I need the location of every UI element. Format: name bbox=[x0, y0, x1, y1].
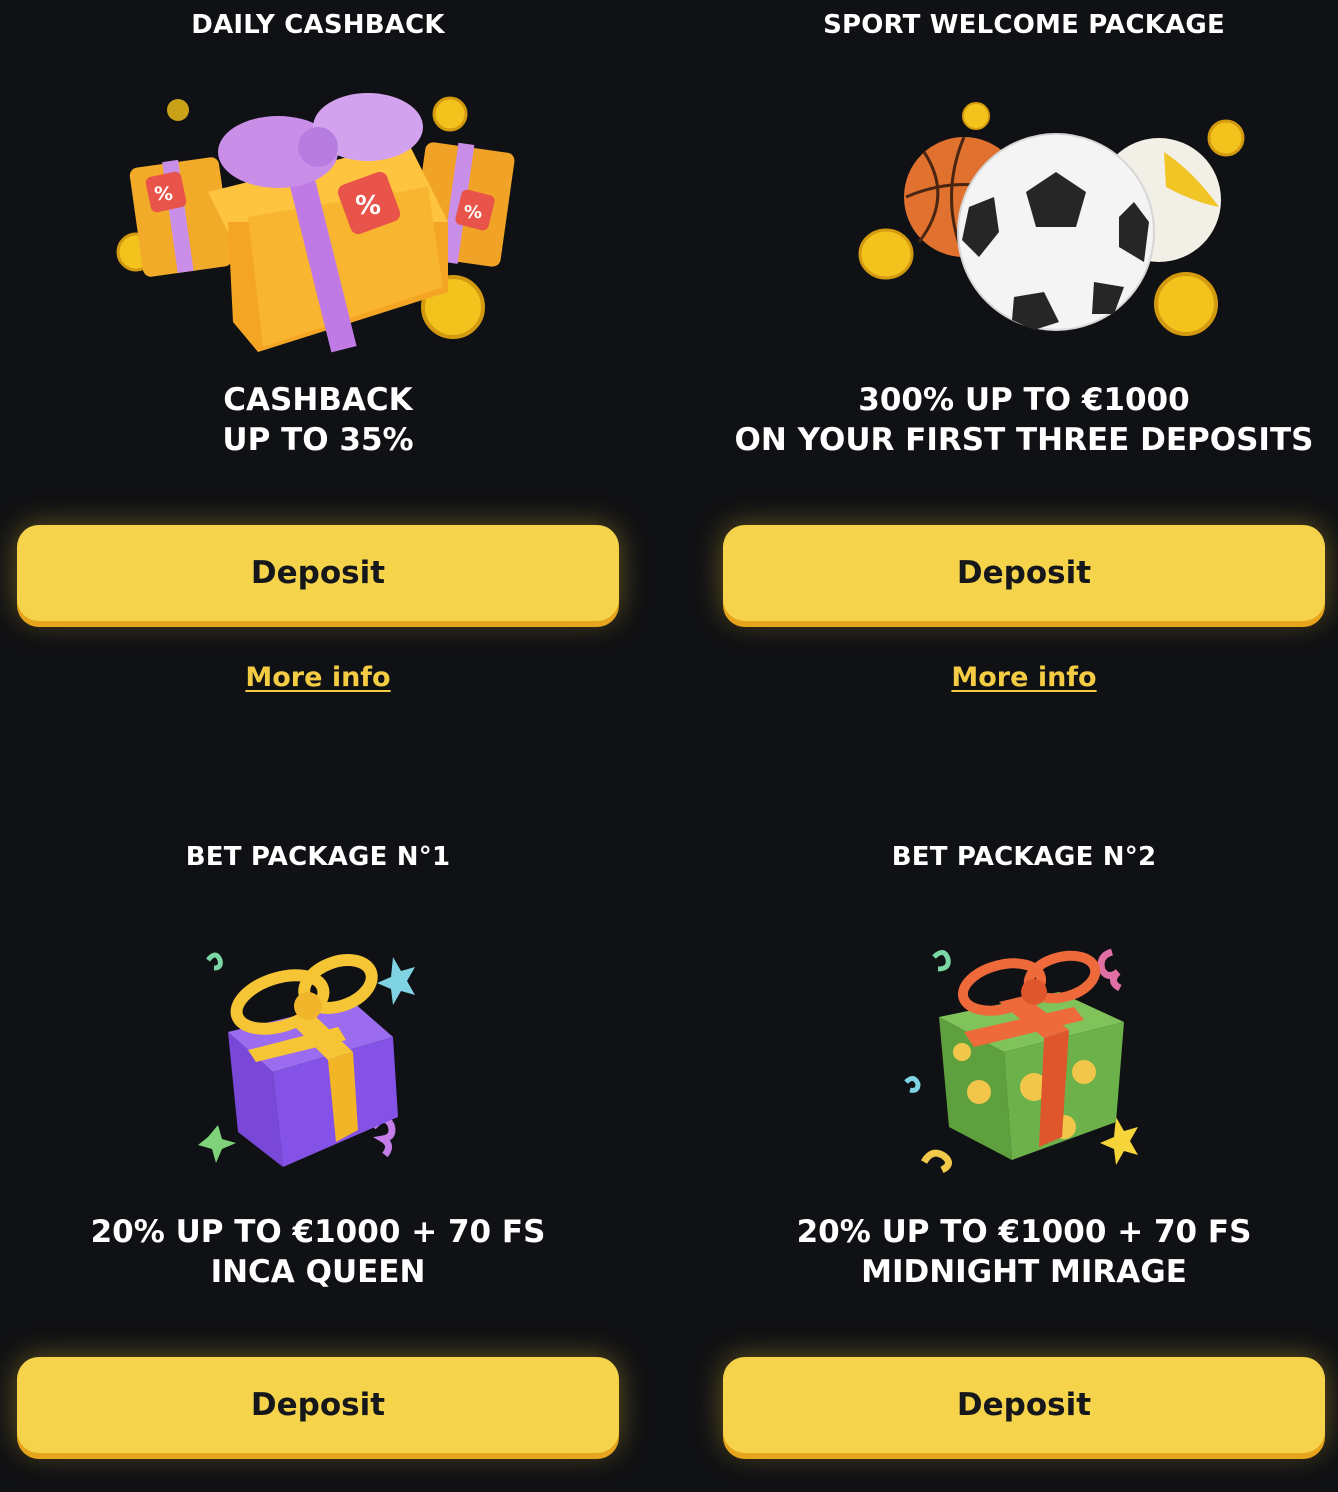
offer-text: 300% UP TO €1000 ON YOUR FIRST THREE DEP… bbox=[723, 380, 1325, 460]
purple-gift-box-icon bbox=[17, 932, 619, 1182]
offer-line-2: MIDNIGHT MIRAGE bbox=[861, 1254, 1187, 1290]
gift-boxes-with-coins-icon: % % % bbox=[17, 82, 619, 372]
deposit-button[interactable]: Deposit bbox=[17, 1357, 619, 1453]
deposit-button[interactable]: Deposit bbox=[17, 525, 619, 621]
more-info-link[interactable]: More info bbox=[17, 662, 619, 693]
offer-line-1: 20% UP TO €1000 + 70 FS bbox=[796, 1214, 1252, 1250]
svg-text:%: % bbox=[355, 191, 381, 221]
offer-line-2: UP TO 35% bbox=[222, 422, 414, 458]
sport-balls-with-coins-icon bbox=[723, 82, 1325, 372]
offer-line-2: ON YOUR FIRST THREE DEPOSITS bbox=[734, 422, 1314, 458]
deposit-button[interactable]: Deposit bbox=[723, 1357, 1325, 1453]
offer-line-1: CASHBACK bbox=[223, 382, 413, 418]
more-info-link[interactable]: More info bbox=[723, 662, 1325, 693]
card-title: BET PACKAGE N°1 bbox=[185, 842, 451, 872]
svg-text:%: % bbox=[464, 202, 482, 223]
offer-text: 20% UP TO €1000 + 70 FS INCA QUEEN bbox=[17, 1212, 619, 1292]
card-title: SPORT WELCOME PACKAGE bbox=[823, 10, 1225, 40]
bonus-grid: DAILY CASHBACK % % % CASHBACK UP TO 35% … bbox=[0, 0, 1338, 1492]
svg-text:%: % bbox=[154, 183, 173, 205]
offer-line-2: INCA QUEEN bbox=[210, 1254, 426, 1290]
green-gift-box-icon bbox=[723, 932, 1325, 1182]
offer-text: 20% UP TO €1000 + 70 FS MIDNIGHT MIRAGE bbox=[723, 1212, 1325, 1292]
card-title: BET PACKAGE N°2 bbox=[891, 842, 1157, 872]
offer-line-1: 20% UP TO €1000 + 70 FS bbox=[90, 1214, 546, 1250]
deposit-button[interactable]: Deposit bbox=[723, 525, 1325, 621]
card-title: DAILY CASHBACK bbox=[191, 10, 445, 40]
offer-text: CASHBACK UP TO 35% bbox=[17, 380, 619, 460]
offer-line-1: 300% UP TO €1000 bbox=[858, 382, 1190, 418]
